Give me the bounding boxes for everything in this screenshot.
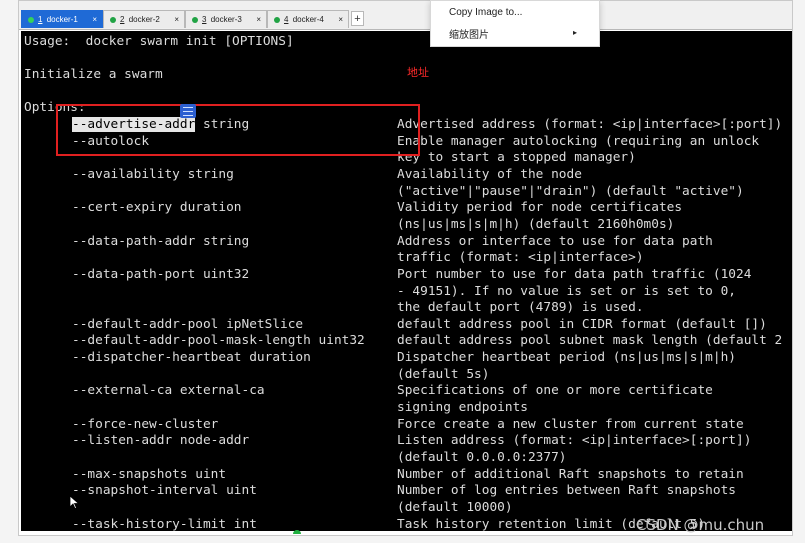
option-description: (ns|us|ms|s|m|h) (default 2160h0m0s) (397, 216, 675, 232)
tab-docker-1[interactable]: 1 docker-1 × (21, 10, 103, 28)
option-flag: --cert-expiry duration (72, 200, 242, 216)
option-description: - 49151). If no value is set or is set t… (397, 283, 736, 299)
option-flag: --default-addr-pool-mask-length uint32 (72, 333, 365, 349)
status-dot-icon (192, 16, 198, 23)
close-icon[interactable]: × (174, 11, 179, 29)
option-description: (default 0.0.0.0:2377) (397, 450, 567, 465)
option-flag: --default-addr-pool ipNetSlice (72, 316, 304, 332)
option-description: Port number to use for data path traffic… (397, 266, 752, 282)
option-flag: --task-history-limit int (72, 516, 257, 531)
option-description: the default port (4789) is used. (397, 300, 644, 316)
option-description: Dispatcher heartbeat period (ns|us|ms|s|… (397, 350, 736, 366)
option-flag: --availability string (72, 166, 234, 182)
option-description: Address or interface to use for data pat… (397, 233, 713, 249)
option-description: signing endpoints (397, 400, 528, 416)
option-flag: --external-ca external-ca (72, 383, 265, 399)
tab-label: docker-1 (46, 15, 78, 24)
option-flag: --listen-addr node-addr (72, 433, 250, 449)
option-description: Number of additional Raft snapshots to r… (397, 466, 744, 482)
option-flag: --dispatcher-heartbeat duration (72, 350, 311, 366)
tab-label: docker-2 (128, 15, 160, 24)
option-description: key to start a stopped manager) (397, 150, 636, 166)
tab-docker-3[interactable]: 3 docker-3 × (185, 10, 267, 28)
option-flag: --force-new-cluster (72, 416, 219, 432)
option-description: Number of log entries between Raft snaps… (397, 483, 736, 499)
submenu-arrow-icon: ▸ (573, 28, 578, 37)
option-flag: --max-snapshots uint (72, 466, 227, 482)
annotation-label: 地址 (407, 66, 429, 79)
option-description: default address pool in CIDR format (def… (397, 316, 767, 332)
option-description: (default 5s) (397, 366, 490, 382)
option-description: ("active"|"pause"|"drain") (default "act… (397, 183, 744, 199)
usage-line: Usage: docker swarm init [OPTIONS] (24, 34, 294, 49)
command-description: Initialize a swarm (24, 67, 163, 82)
option-description: (default 10000) (397, 499, 513, 515)
watermark: CSDN @mu.chun (636, 516, 765, 534)
annotation-highlight-box (56, 104, 420, 156)
option-description: default address pool subnet mask length … (397, 333, 783, 349)
option-flag: --data-path-addr string (72, 233, 250, 249)
option-description: Availability of the node (397, 166, 582, 182)
close-icon[interactable]: × (92, 11, 97, 29)
option-flag: --data-path-port uint32 (72, 266, 250, 282)
tab-bar: 1 docker-1 × 2 docker-2 × 3 docker-3 × 4 do… (19, 1, 792, 30)
terminal-window: 1 docker-1 × 2 docker-2 × 3 docker-3 × 4 do… (18, 0, 793, 536)
add-tab-button[interactable]: + (351, 11, 364, 26)
status-dot-icon (110, 16, 116, 23)
tab-label: docker-4 (292, 15, 324, 24)
option-description: Validity period for node certificates (397, 200, 683, 216)
close-icon[interactable]: × (338, 11, 343, 29)
menu-item-zoom-image[interactable]: 缩放图片 (449, 26, 489, 41)
option-description: Force create a new cluster from current … (397, 416, 744, 432)
option-description: Specifications of one or more certificat… (397, 383, 713, 399)
selection-handle-icon[interactable] (180, 104, 196, 118)
option-description: Enable manager autolocking (requiring an… (397, 133, 760, 149)
option-flag: --snapshot-interval uint (72, 483, 257, 499)
option-description: traffic (format: <ip|interface>) (397, 250, 644, 266)
tab-label: docker-3 (210, 15, 242, 24)
option-description: Listen address (format: <ip|interface>[:… (397, 433, 752, 449)
status-dot-icon (28, 16, 34, 23)
context-menu: Copy Image to... 缩放图片 ▸ (430, 0, 600, 47)
tab-docker-4[interactable]: 4 docker-4 × (267, 10, 349, 28)
tab-docker-2[interactable]: 2 docker-2 × (103, 10, 185, 28)
menu-item-copy-image[interactable]: Copy Image to... (449, 7, 522, 18)
status-indicator (293, 530, 301, 534)
close-icon[interactable]: × (256, 11, 261, 29)
status-dot-icon (274, 16, 280, 23)
option-description: Advertised address (format: <ip|interfac… (397, 117, 783, 132)
mouse-cursor-icon (70, 496, 79, 509)
